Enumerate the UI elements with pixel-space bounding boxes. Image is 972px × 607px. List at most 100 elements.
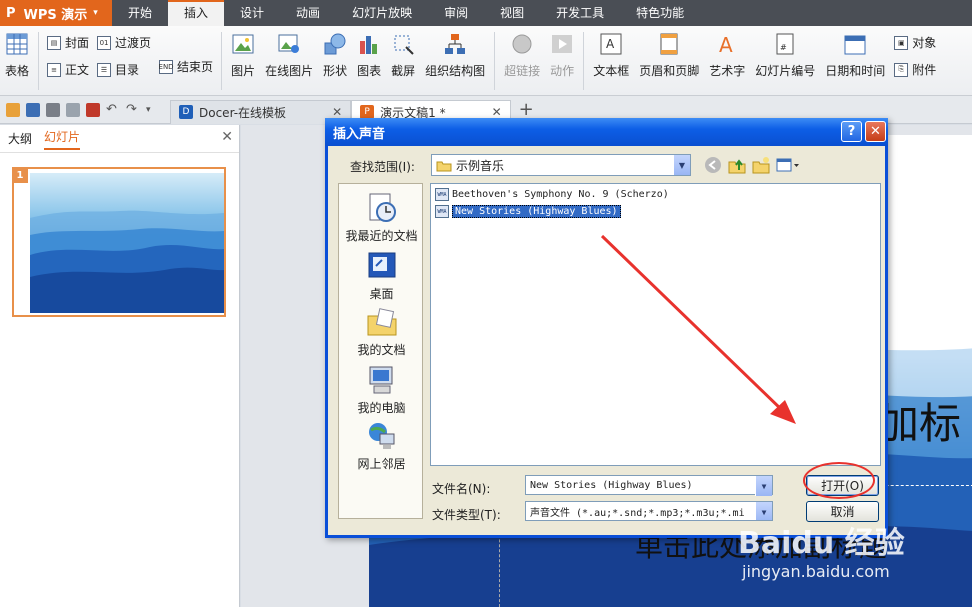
undo-icon[interactable]: ↶ — [106, 102, 120, 117]
end-page-button[interactable]: END 结束页 — [159, 58, 213, 75]
place-my-computer[interactable]: 我的电脑 — [339, 364, 424, 416]
org-chart-button[interactable]: 组织结构图 — [420, 32, 490, 79]
place-network[interactable]: 网上邻居 — [339, 420, 424, 472]
textbox-button[interactable]: A 文本框 — [588, 32, 634, 79]
my-computer-icon — [369, 366, 392, 394]
tab-docer-templates[interactable]: D Docer-在线模板 ✕ — [170, 99, 352, 124]
help-button[interactable]: ? — [841, 121, 862, 142]
dialog-titlebar[interactable]: 插入声音 ? ✕ — [325, 118, 888, 146]
menu-slideshow[interactable]: 幻灯片放映 — [336, 0, 428, 26]
back-icon[interactable] — [704, 156, 722, 174]
divider — [38, 32, 40, 90]
action-label: 动作 — [550, 64, 575, 78]
divider — [221, 32, 223, 90]
view-menu-icon[interactable] — [776, 156, 800, 174]
app-menu-button[interactable]: P WPS 演示 ▾ — [0, 0, 112, 26]
attachment-icon: ⎘ — [894, 62, 909, 77]
object-button[interactable]: ▣ 对象 — [894, 34, 936, 51]
header-footer-button[interactable]: 页眉和页脚 — [634, 32, 704, 79]
menu-home[interactable]: 开始 — [112, 0, 168, 26]
open-folder-icon[interactable] — [6, 102, 20, 117]
textbox-icon: A — [599, 32, 623, 56]
org-chart-icon — [443, 32, 467, 56]
menu-view[interactable]: 视图 — [484, 0, 540, 26]
menu-developer[interactable]: 开发工具 — [540, 0, 620, 26]
transition-page-button[interactable]: 01 过渡页 — [97, 34, 151, 51]
baidu-watermark: Baidu 经验 — [738, 526, 905, 561]
ribbon-toolbar: 表格 ▤封面 ≡正文 01过渡页 ☰目录 x END结束页 图片 在线图片 形状… — [0, 26, 972, 96]
slide-thumbnail[interactable]: 1 — [12, 167, 226, 317]
redo-icon[interactable]: ↷ — [126, 102, 140, 117]
datetime-button[interactable]: 日期和时间 — [820, 32, 890, 79]
object-group: ▣ 对象 ⎘ 附件 — [890, 32, 940, 78]
title-placeholder[interactable]: 加标 — [877, 390, 961, 451]
attachment-button[interactable]: ⎘ 附件 — [894, 61, 936, 78]
online-picture-button[interactable]: 在线图片 — [260, 32, 318, 79]
print-icon[interactable] — [46, 102, 60, 117]
picture-label: 图片 — [231, 64, 256, 78]
menu-design[interactable]: 设计 — [224, 0, 280, 26]
annotation-circle — [803, 462, 875, 499]
filename-input[interactable]: New Stories (Highway Blues) ▼ — [525, 475, 773, 496]
hyperlink-label: 超链接 — [504, 64, 541, 78]
toc-button[interactable]: ☰ 目录 — [97, 61, 151, 78]
action-button[interactable]: 动作 — [545, 32, 579, 79]
panel-tabs: 大纲 幻灯片 — [0, 125, 239, 153]
up-folder-icon[interactable] — [728, 156, 746, 174]
shape-button[interactable]: 形状 — [318, 32, 352, 79]
end-page-label: 结束页 — [177, 60, 214, 74]
slide-number-button[interactable]: # 幻灯片编号 — [750, 32, 820, 79]
picture-button[interactable]: 图片 — [226, 32, 260, 79]
cover-label: 封面 — [65, 36, 90, 50]
new-tab-plus-icon[interactable]: + — [519, 99, 534, 120]
page-group-3: x END结束页 — [155, 32, 217, 75]
chart-label: 图表 — [357, 64, 382, 78]
menu-insert[interactable]: 插入 — [168, 0, 225, 26]
menu-review[interactable]: 审阅 — [428, 0, 484, 26]
new-folder-icon[interactable] — [752, 156, 770, 174]
menu-features[interactable]: 特色功能 — [620, 0, 700, 26]
close-icon[interactable]: ✕ — [492, 105, 502, 119]
chevron-down-icon[interactable]: ▼ — [673, 155, 690, 175]
save-icon[interactable] — [26, 102, 40, 117]
cover-icon: ▤ — [47, 35, 62, 50]
body-button[interactable]: ≡ 正文 — [47, 61, 89, 78]
place-my-documents-label: 我的文档 — [357, 343, 406, 357]
wma-audio-file-icon: WMA — [435, 188, 449, 201]
file-list[interactable]: WMA Beethoven's Symphony No. 9 (Scherzo)… — [430, 183, 881, 466]
picture-icon — [231, 32, 255, 56]
dialog-title: 插入声音 — [333, 126, 386, 142]
wordart-button[interactable]: A 艺术字 — [704, 32, 750, 79]
watermark-url: jingyan.baidu.com — [742, 562, 890, 581]
screenshot-button[interactable]: 截屏 — [386, 32, 420, 79]
transition-label: 过渡页 — [115, 36, 152, 50]
pdf-export-icon[interactable] — [86, 102, 100, 117]
tab-outline[interactable]: 大纲 — [8, 130, 32, 147]
menu-animation[interactable]: 动画 — [280, 0, 336, 26]
slide-thumbnail-panel: 大纲 幻灯片 ✕ 1 — [0, 125, 240, 607]
print-preview-icon[interactable] — [66, 102, 80, 117]
file-item[interactable]: WMA Beethoven's Symphony No. 9 (Scherzo) — [435, 187, 669, 202]
table-button[interactable]: 表格 — [0, 32, 34, 79]
svg-text:A: A — [719, 33, 733, 55]
lookin-dropdown[interactable]: 示例音乐 ▼ — [431, 154, 691, 176]
file-item-selected[interactable]: WMA New Stories (Highway Blues) — [435, 204, 621, 219]
close-icon[interactable]: ✕ — [332, 105, 342, 119]
place-my-documents[interactable]: 我的文档 — [339, 306, 424, 358]
close-icon[interactable]: ✕ — [221, 129, 233, 145]
divider — [494, 32, 496, 90]
screenshot-icon — [391, 32, 415, 56]
chevron-down-icon: ▾ — [93, 8, 98, 18]
tab-slides[interactable]: 幻灯片 — [44, 128, 81, 150]
play-icon — [550, 32, 574, 56]
place-recent-documents[interactable]: 我最近的文档 — [339, 192, 424, 244]
chevron-down-icon[interactable]: ▾ — [146, 103, 160, 117]
place-desktop[interactable]: 桌面 — [339, 250, 424, 302]
chevron-down-icon[interactable]: ▼ — [755, 476, 772, 496]
cover-button[interactable]: ▤ 封面 — [47, 34, 89, 51]
chart-button[interactable]: 图表 — [352, 32, 386, 79]
filetype-dropdown[interactable]: 声音文件 (*.au;*.snd;*.mp3;*.m3u;*.mi ▼ — [525, 501, 773, 521]
svg-text:#: # — [780, 43, 787, 52]
hyperlink-button[interactable]: 超链接 — [499, 32, 545, 79]
close-button[interactable]: ✕ — [865, 121, 886, 142]
